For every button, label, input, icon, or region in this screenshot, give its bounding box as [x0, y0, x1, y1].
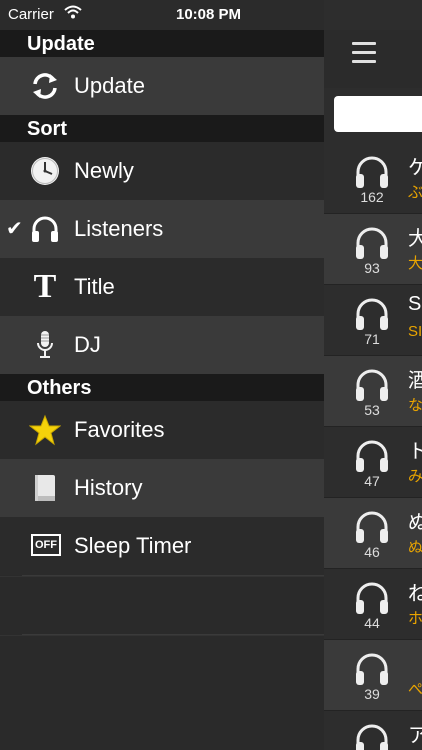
title-t-icon: T — [33, 268, 57, 305]
item-subtitle: ぬ — [408, 539, 422, 556]
item-title: 酒 — [408, 370, 422, 392]
section-header-update: Update — [0, 30, 324, 57]
list-item[interactable]: 162 ケぶ — [324, 143, 422, 214]
menu-item-label: Sleep Timer — [74, 533, 192, 558]
item-subtitle: ホ — [408, 610, 422, 627]
nav-bar — [324, 30, 422, 88]
menu-item-label: Update — [74, 73, 145, 98]
headphones-icon — [352, 365, 392, 405]
timer-off-icon: OFF — [31, 534, 61, 556]
empty-row — [0, 635, 324, 693]
list-item[interactable]: 46 ぬぬ — [324, 498, 422, 569]
headphones-icon — [352, 720, 392, 750]
empty-row — [0, 576, 324, 634]
listener-count: 44 — [364, 615, 380, 631]
listener-count: 46 — [364, 544, 380, 560]
side-menu: Update Update Sort Newly ✔ Listeners T T… — [0, 30, 324, 750]
clock-icon — [31, 157, 59, 185]
item-title: ケ — [408, 157, 422, 179]
search-input[interactable] — [334, 96, 422, 132]
listener-count: 47 — [364, 473, 380, 489]
refresh-icon — [33, 73, 57, 99]
item-title: ぬ — [408, 512, 422, 534]
main-content-peek: 162 ケぶ 93 大大 71 S SI 53 酒な 47 トみ 46 ぬぬ 44 ねホ 39 ぺア — [324, 0, 422, 750]
menu-item-listeners[interactable]: ✔ Listeners — [0, 200, 324, 258]
checkmark-icon: ✔ — [6, 218, 23, 240]
menu-item-label: Title — [74, 274, 115, 299]
menu-item-label: Newly — [74, 158, 134, 183]
clock-label: 10:08 PM — [176, 6, 242, 23]
list-item[interactable]: 71 S SI — [324, 285, 422, 356]
carrier-label: Carrier — [8, 6, 54, 23]
item-title: S — [408, 293, 422, 315]
menu-item-sleep-timer[interactable]: OFF Sleep Timer — [0, 517, 324, 575]
listener-count: 162 — [360, 189, 384, 205]
menu-item-label: History — [74, 475, 143, 500]
menu-item-newly[interactable]: Newly — [0, 142, 324, 200]
channel-list: 162 ケぶ 93 大大 71 S SI 53 酒な 47 トみ 46 ぬぬ 44 ねホ 39 ぺア — [324, 143, 422, 750]
list-item[interactable]: ア — [324, 711, 422, 750]
menu-toggle-icon[interactable] — [352, 42, 376, 64]
item-subtitle: ぺ — [408, 681, 422, 698]
listener-count: 39 — [364, 686, 380, 702]
list-item[interactable]: 53 酒な — [324, 356, 422, 427]
headphones-icon — [352, 223, 392, 263]
headphones-icon — [352, 507, 392, 547]
item-subtitle: み — [408, 468, 422, 485]
list-item[interactable]: 39 ぺ — [324, 640, 422, 711]
headphones-icon — [32, 216, 58, 242]
item-title: ア — [408, 725, 422, 747]
headphones-icon — [352, 294, 392, 334]
menu-item-label: DJ — [74, 332, 101, 357]
headphones-icon — [352, 436, 392, 476]
item-title: 大 — [408, 228, 422, 250]
list-item[interactable]: 44 ねホ — [324, 569, 422, 640]
menu-item-favorites[interactable]: Favorites — [0, 401, 324, 459]
headphones-icon — [352, 578, 392, 618]
item-subtitle: な — [408, 397, 422, 414]
item-subtitle: 大 — [408, 255, 422, 272]
headphones-icon — [352, 152, 392, 192]
menu-item-label: Favorites — [74, 417, 165, 442]
menu-item-dj[interactable]: DJ — [0, 316, 324, 374]
microphone-icon — [37, 331, 53, 358]
menu-item-update[interactable]: Update — [0, 57, 324, 115]
item-subtitle: SI — [408, 323, 422, 340]
item-subtitle: ぶ — [408, 184, 422, 201]
wifi-icon — [64, 5, 82, 19]
item-title: ト — [408, 441, 422, 463]
listener-count: 93 — [364, 260, 380, 276]
menu-item-history[interactable]: History — [0, 459, 324, 517]
listener-count: 71 — [364, 331, 380, 347]
menu-item-label: Listeners — [74, 216, 164, 241]
section-header-sort: Sort — [0, 115, 324, 142]
book-icon — [35, 475, 55, 501]
headphones-icon — [352, 649, 392, 689]
star-icon — [29, 414, 61, 446]
list-item[interactable]: 47 トみ — [324, 427, 422, 498]
list-item[interactable]: 93 大大 — [324, 214, 422, 285]
item-title: ね — [408, 583, 422, 605]
menu-item-title[interactable]: T Title — [0, 258, 324, 316]
listener-count: 53 — [364, 402, 380, 418]
section-header-others: Others — [0, 374, 324, 401]
